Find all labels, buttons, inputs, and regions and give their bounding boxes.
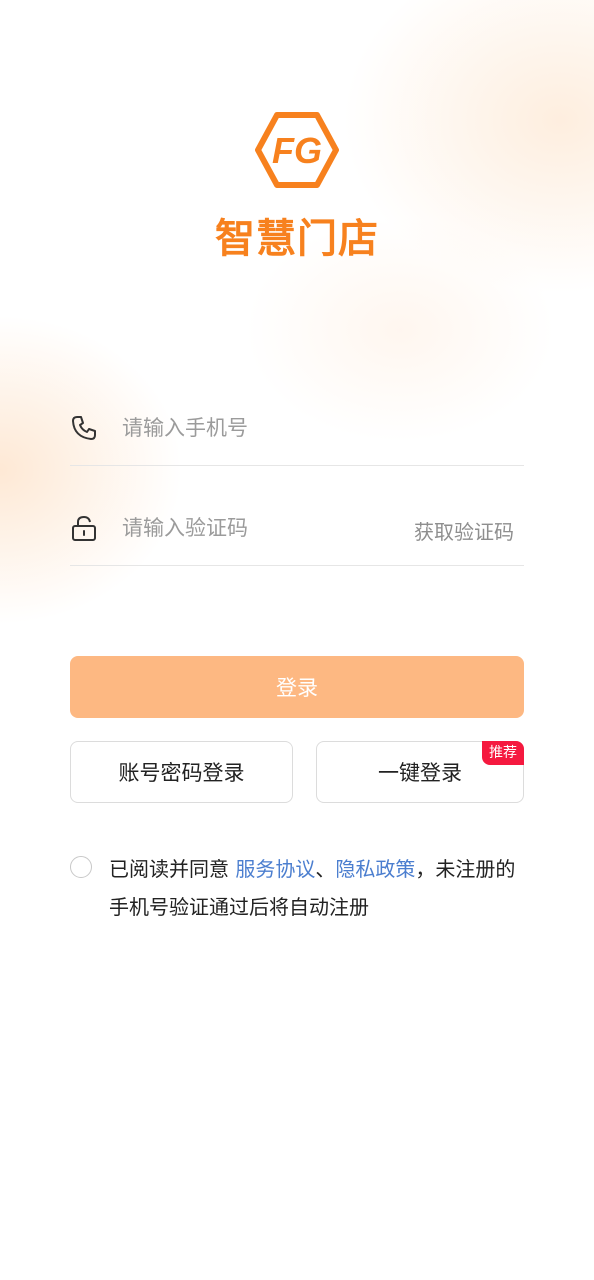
code-input[interactable] (122, 508, 382, 548)
app-logo: FG (0, 112, 594, 188)
privacy-policy-link[interactable]: 隐私政策 (335, 857, 415, 881)
one-click-login-label: 一键登录 (378, 761, 462, 785)
password-login-label: 账号密码登录 (118, 761, 245, 785)
lock-icon (72, 515, 96, 541)
one-click-login-button[interactable]: 一键登录 推荐 (316, 741, 524, 803)
code-field: 获取验证码 (70, 494, 524, 566)
agreement-separator: 、 (315, 857, 336, 881)
phone-icon (72, 416, 96, 440)
password-login-button[interactable]: 账号密码登录 (70, 741, 293, 803)
service-agreement-link[interactable]: 服务协议 (235, 857, 315, 881)
fg-logo-icon: FG (255, 112, 339, 188)
get-code-button[interactable]: 获取验证码 (414, 516, 514, 545)
agreement-text: 已阅读并同意 服务协议、隐私政策，未注册的手机号验证通过后将自动注册 (109, 850, 519, 926)
agreement-prefix: 已阅读并同意 (109, 857, 236, 881)
app-name: 智慧门店 (215, 216, 379, 262)
login-button[interactable]: 登录 (70, 656, 524, 718)
phone-input[interactable] (122, 408, 382, 448)
phone-field (70, 394, 524, 466)
agreement-checkbox[interactable] (70, 856, 92, 878)
recommend-badge: 推荐 (482, 741, 524, 765)
logo-letters: FG (272, 130, 322, 171)
background-gradient (0, 0, 594, 1280)
